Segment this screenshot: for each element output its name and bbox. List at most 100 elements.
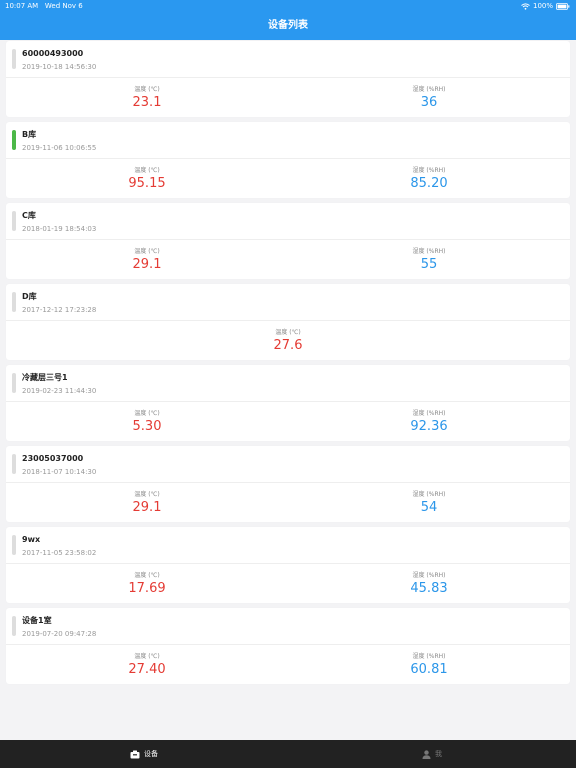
device-icon (130, 750, 140, 759)
device-timestamp: 2019-10-18 14:56:30 (22, 63, 97, 71)
header: 10:07 AM Wed Nov 6 100% 设备列表 (0, 0, 576, 40)
temperature-value: 17.69 (128, 581, 166, 596)
device-name: 设备1室 (22, 616, 52, 625)
status-indicator (12, 130, 16, 150)
device-name: 9wx (22, 535, 41, 544)
device-card[interactable]: 23005037000 2018-11-07 10:14:30 温度 (℃) 2… (6, 446, 570, 522)
temperature-reading: 温度 (℃) 29.1 (6, 483, 288, 522)
humidity-value: 85.20 (410, 176, 448, 191)
device-card[interactable]: 9wx 2017-11-05 23:58:02 温度 (℃) 17.69 湿度 … (6, 527, 570, 603)
humidity-value: 36 (420, 95, 438, 110)
device-readings: 温度 (℃) 27.40 湿度 (%RH) 60.81 (6, 645, 570, 684)
device-card[interactable]: 设备1室 2019-07-20 09:47:28 温度 (℃) 27.40 湿度… (6, 608, 570, 684)
humidity-label: 湿度 (%RH) (412, 572, 446, 579)
temperature-value: 95.15 (128, 176, 166, 191)
temperature-label: 温度 (℃) (134, 572, 160, 579)
device-card[interactable]: D库 2017-12-12 17:23:28 温度 (℃) 27.6 (6, 284, 570, 360)
status-indicator (12, 535, 16, 555)
humidity-label: 湿度 (%RH) (412, 86, 446, 93)
device-readings: 温度 (℃) 29.1 湿度 (%RH) 55 (6, 240, 570, 279)
device-name: 23005037000 (22, 454, 84, 463)
temperature-label: 温度 (℃) (134, 491, 160, 498)
user-icon (422, 749, 431, 759)
status-right: 100% (521, 1, 570, 11)
temperature-reading: 温度 (℃) 5.30 (6, 402, 288, 441)
device-timestamp: 2018-01-19 18:54:03 (22, 225, 97, 233)
temperature-reading: 温度 (℃) 17.69 (6, 564, 288, 603)
device-readings: 温度 (℃) 95.15 湿度 (%RH) 85.20 (6, 159, 570, 198)
device-timestamp: 2019-07-20 09:47:28 (22, 630, 97, 638)
device-card-header: B库 2019-11-06 10:06:55 (6, 122, 570, 159)
tab-devices[interactable]: 设备 (0, 740, 288, 768)
tab-devices-label: 设备 (144, 750, 158, 758)
tab-bar: 设备 我 (0, 740, 576, 768)
device-card[interactable]: B库 2019-11-06 10:06:55 温度 (℃) 95.15 湿度 (… (6, 122, 570, 198)
battery-icon (556, 2, 570, 10)
device-readings: 温度 (℃) 23.1 湿度 (%RH) 36 (6, 78, 570, 117)
status-indicator (12, 292, 16, 312)
temperature-label: 温度 (℃) (134, 86, 160, 93)
device-card-header: 60000493000 2019-10-18 14:56:30 (6, 41, 570, 78)
device-card-header: 冷藏层三号1 2019-02-23 11:44:30 (6, 365, 570, 402)
status-date: Wed Nov 6 (44, 2, 83, 10)
humidity-reading: 湿度 (%RH) 45.83 (288, 564, 570, 603)
status-indicator (12, 616, 16, 636)
status-time: 10:07 AM Wed Nov 6 (5, 1, 83, 11)
temperature-label: 温度 (℃) (134, 167, 160, 174)
status-indicator (12, 49, 16, 69)
device-card-header: 23005037000 2018-11-07 10:14:30 (6, 446, 570, 483)
device-card-header: 设备1室 2019-07-20 09:47:28 (6, 608, 570, 645)
device-timestamp: 2018-11-07 10:14:30 (22, 468, 97, 476)
status-indicator (12, 373, 16, 393)
device-timestamp: 2019-02-23 11:44:30 (22, 387, 97, 395)
device-card-header: 9wx 2017-11-05 23:58:02 (6, 527, 570, 564)
humidity-reading: 湿度 (%RH) 54 (288, 483, 570, 522)
temperature-label: 温度 (℃) (134, 410, 160, 417)
device-card[interactable]: 冷藏层三号1 2019-02-23 11:44:30 温度 (℃) 5.30 湿… (6, 365, 570, 441)
humidity-reading: 湿度 (%RH) 92.36 (288, 402, 570, 441)
device-readings: 温度 (℃) 27.6 (6, 321, 570, 360)
device-timestamp: 2017-11-05 23:58:02 (22, 549, 97, 557)
humidity-label: 湿度 (%RH) (412, 410, 446, 417)
humidity-value: 60.81 (410, 662, 448, 677)
temperature-reading: 温度 (℃) 23.1 (6, 78, 288, 117)
humidity-value: 45.83 (410, 581, 448, 596)
temperature-label: 温度 (℃) (134, 653, 160, 660)
humidity-reading: 湿度 (%RH) 36 (288, 78, 570, 117)
temperature-value: 5.30 (132, 419, 162, 434)
device-list: 60000493000 2019-10-18 14:56:30 温度 (℃) 2… (6, 41, 570, 689)
status-indicator (12, 454, 16, 474)
status-indicator (12, 211, 16, 231)
device-card-header: C库 2018-01-19 18:54:03 (6, 203, 570, 240)
device-card[interactable]: C库 2018-01-19 18:54:03 温度 (℃) 29.1 湿度 (%… (6, 203, 570, 279)
tab-me[interactable]: 我 (288, 740, 576, 768)
temperature-reading: 温度 (℃) 27.40 (6, 645, 288, 684)
device-timestamp: 2019-11-06 10:06:55 (22, 144, 97, 152)
device-timestamp: 2017-12-12 17:23:28 (22, 306, 97, 314)
temperature-value: 23.1 (132, 95, 162, 110)
temperature-label: 温度 (℃) (275, 329, 301, 336)
status-clock: 10:07 AM (5, 2, 39, 10)
temperature-value: 29.1 (132, 500, 162, 515)
temperature-value: 29.1 (132, 257, 162, 272)
humidity-label: 湿度 (%RH) (412, 248, 446, 255)
device-readings: 温度 (℃) 17.69 湿度 (%RH) 45.83 (6, 564, 570, 603)
temperature-reading: 温度 (℃) 29.1 (6, 240, 288, 279)
humidity-label: 湿度 (%RH) (412, 167, 446, 174)
temperature-label: 温度 (℃) (134, 248, 160, 255)
battery-percent: 100% (532, 2, 553, 10)
temperature-reading: 温度 (℃) 27.6 (6, 321, 570, 360)
device-card[interactable]: 60000493000 2019-10-18 14:56:30 温度 (℃) 2… (6, 41, 570, 117)
tab-me-label: 我 (435, 750, 442, 758)
device-card-header: D库 2017-12-12 17:23:28 (6, 284, 570, 321)
device-name: B库 (22, 130, 37, 139)
device-readings: 温度 (℃) 29.1 湿度 (%RH) 54 (6, 483, 570, 522)
temperature-reading: 温度 (℃) 95.15 (6, 159, 288, 198)
temperature-value: 27.6 (273, 338, 303, 353)
device-readings: 温度 (℃) 5.30 湿度 (%RH) 92.36 (6, 402, 570, 441)
humidity-label: 湿度 (%RH) (412, 653, 446, 660)
humidity-label: 湿度 (%RH) (412, 491, 446, 498)
wifi-icon (521, 2, 530, 10)
humidity-value: 92.36 (410, 419, 448, 434)
device-name: 60000493000 (22, 49, 84, 58)
